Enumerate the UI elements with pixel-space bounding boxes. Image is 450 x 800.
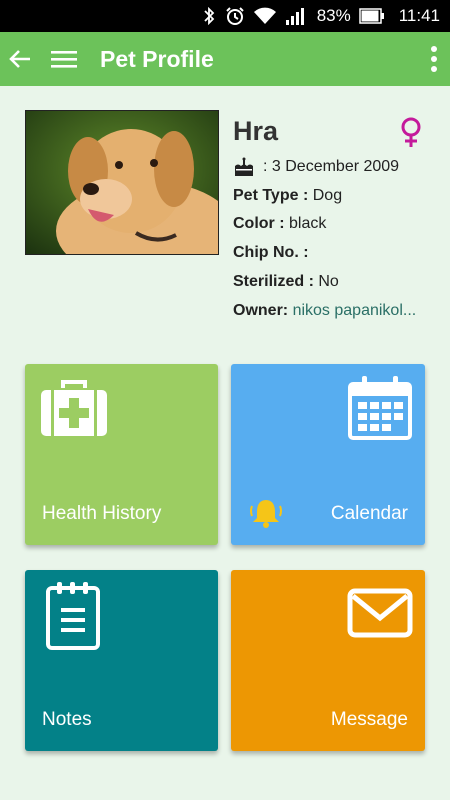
page-title: Pet Profile [100,45,214,72]
more-options-button[interactable] [422,32,446,86]
calendar-icon [347,374,413,445]
pet-type-value: Dog [312,187,343,204]
color-label: Color : [233,215,285,232]
chip-row: Chip No. : [233,244,309,262]
message-tile[interactable]: Message [231,570,425,751]
wifi-icon [253,7,277,25]
notes-label: Notes [42,709,92,730]
pet-type-row: Pet Type : Dog [233,187,342,205]
color-value: black [289,215,327,232]
pet-type-label: Pet Type : [233,187,309,204]
app-bar: Pet Profile [0,32,450,86]
clock: 11:41 [398,6,440,25]
first-aid-kit-icon [39,378,109,443]
birth-date: : 3 December 2009 [263,158,400,175]
owner-value[interactable]: nikos papanikol... [293,302,417,319]
calendar-label: Calendar [330,503,408,524]
pet-name: Hra [233,116,279,146]
hamburger-icon [51,51,77,68]
menu-button[interactable] [44,32,84,86]
back-button[interactable] [0,32,40,86]
sterilized-row: Sterilized : No [233,273,339,291]
color-row: Color : black [233,215,326,233]
alarm-icon [225,6,245,26]
notes-tile[interactable]: Notes [25,570,218,751]
battery-percentage: 83% [316,6,351,25]
health-history-label: Health History [42,503,162,524]
owner-label: Owner: [233,302,289,319]
sterilized-label: Sterilized : [233,273,314,290]
envelope-icon [347,588,413,643]
bell-icon [249,498,283,533]
female-icon [399,116,423,153]
birth-date-row: : 3 December 2009 [233,157,399,177]
birthday-cake-icon [233,157,255,177]
arrow-left-icon [9,50,30,68]
battery-icon [358,8,385,24]
status-bar: 83% 11:41 [0,0,450,32]
calendar-tile[interactable]: Calendar [231,364,425,545]
sterilized-value: No [318,273,339,290]
owner-row: Owner: nikos papanikol... [233,302,416,320]
health-history-tile[interactable]: Health History [25,364,218,545]
message-label: Message [330,709,408,730]
chip-label: Chip No. : [233,244,309,261]
pet-photo[interactable] [25,110,219,255]
bluetooth-icon [201,7,217,25]
signal-icon [285,7,307,25]
more-vert-icon [431,46,437,72]
notepad-icon [45,580,101,655]
